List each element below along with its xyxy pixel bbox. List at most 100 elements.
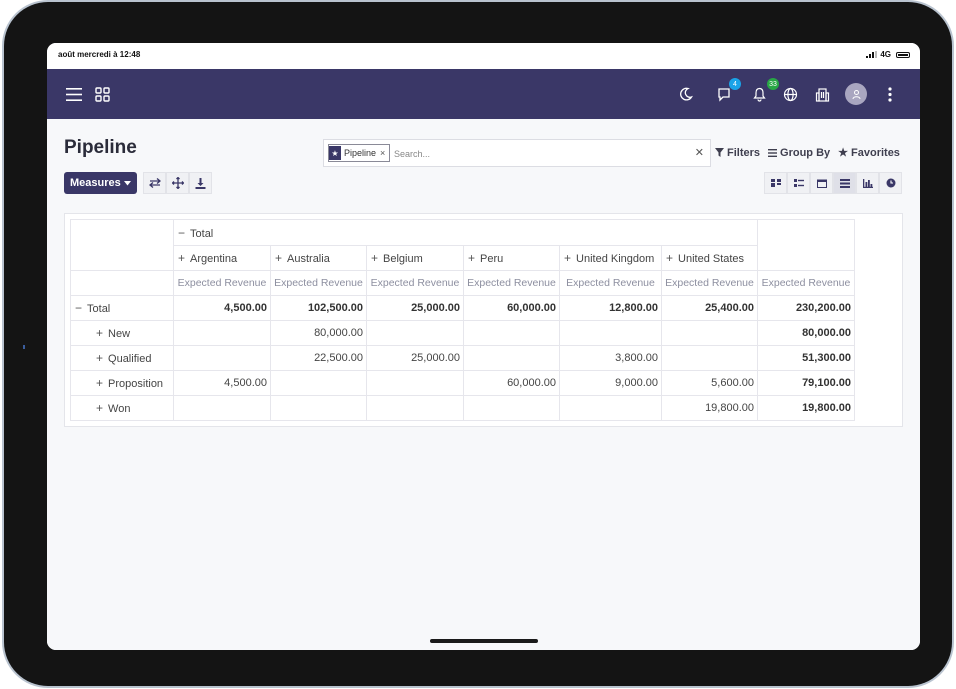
cell[interactable] (559, 320, 662, 346)
measure-header[interactable]: Expected Revenue (559, 270, 662, 296)
cell[interactable]: 4,500.00 (173, 370, 271, 396)
cell[interactable] (463, 320, 560, 346)
battery-icon (896, 51, 910, 58)
graph-view-button[interactable] (856, 172, 879, 194)
search-facet[interactable]: ★ Pipeline × (328, 144, 391, 162)
facet-label: Pipeline (344, 148, 377, 158)
kanban-icon (770, 179, 781, 187)
cell[interactable]: 22,500.00 (270, 345, 367, 371)
cell[interactable] (173, 395, 271, 421)
filters-button[interactable]: Filters (715, 146, 760, 159)
cell[interactable] (270, 395, 367, 421)
measures-button[interactable]: Measures (64, 172, 137, 194)
side-sensor (23, 345, 25, 349)
row-header-won[interactable]: + Won (70, 395, 174, 421)
more-options-icon[interactable] (878, 82, 902, 106)
chat-badge: 4 (729, 78, 741, 90)
cell[interactable] (366, 320, 464, 346)
cell[interactable] (366, 395, 464, 421)
screen: août mercredi à 12:48 4G 4 33 Pipeline ★… (47, 43, 920, 650)
user-avatar-button[interactable] (844, 82, 868, 106)
top-navbar: 4 33 (47, 69, 920, 119)
calendar-view-button[interactable] (810, 172, 833, 194)
expand-icon: + (96, 326, 104, 340)
cell[interactable] (661, 345, 758, 371)
row-header-qualified[interactable]: + Qualified (70, 345, 174, 371)
activity-view-button[interactable] (879, 172, 902, 194)
moon-icon[interactable] (674, 82, 698, 106)
home-indicator[interactable] (430, 639, 538, 643)
pivot-view-button[interactable] (833, 172, 856, 194)
col-header-united-kingdom[interactable]: + United Kingdom (559, 245, 662, 271)
cell[interactable]: 60,000.00 (463, 370, 560, 396)
calendar-icon (816, 179, 827, 188)
clear-search-icon[interactable]: ✕ (695, 146, 704, 159)
star-icon: ★ (329, 146, 341, 160)
chat-button[interactable]: 4 (713, 78, 741, 106)
measure-header[interactable]: Expected Revenue (270, 270, 367, 296)
cell[interactable]: 25,000.00 (366, 295, 464, 321)
cell[interactable] (559, 395, 662, 421)
avatar (845, 83, 867, 105)
cell[interactable]: 4,500.00 (173, 295, 271, 321)
table-row: + Qualified 22,500.00 25,000.00 3,800.00 … (70, 345, 855, 371)
expand-icon: + (468, 251, 476, 265)
row-total-cell[interactable]: 79,100.00 (757, 370, 855, 396)
star-icon: ★ (838, 147, 849, 159)
measure-header[interactable]: Expected Revenue (661, 270, 758, 296)
cell[interactable]: 25,000.00 (366, 345, 464, 371)
row-total-cell[interactable]: 19,800.00 (757, 395, 855, 421)
col-header-peru[interactable]: + Peru (463, 245, 560, 271)
measure-header[interactable]: Expected Revenue (366, 270, 464, 296)
measure-header[interactable]: Expected Revenue (463, 270, 560, 296)
cell[interactable] (173, 345, 271, 371)
cell[interactable]: 5,600.00 (661, 370, 758, 396)
cell[interactable]: 80,000.00 (270, 320, 367, 346)
measure-header[interactable]: Expected Revenue (173, 270, 271, 296)
row-total-cell[interactable]: 51,300.00 (757, 345, 855, 371)
main-content: Pipeline ★ Pipeline × ✕ Filters Group By (47, 119, 920, 650)
measures-label: Measures (70, 177, 121, 189)
table-row-total: − Total 4,500.00 102,500.00 25,000.00 60,… (70, 295, 855, 321)
notifications-button[interactable]: 33 (747, 78, 779, 106)
cell[interactable]: 25,400.00 (661, 295, 758, 321)
cell[interactable] (661, 320, 758, 346)
company-icon[interactable] (810, 82, 834, 106)
search-box[interactable]: ★ Pipeline × ✕ (323, 139, 711, 167)
measure-header[interactable]: Expected Revenue (757, 270, 855, 296)
group-by-button[interactable]: Group By (768, 146, 830, 159)
favorites-button[interactable]: ★ Favorites (838, 146, 900, 160)
globe-icon[interactable] (778, 82, 802, 106)
cell[interactable] (463, 395, 560, 421)
cell[interactable]: 3,800.00 (559, 345, 662, 371)
row-header-new[interactable]: + New (70, 320, 174, 346)
hamburger-icon[interactable] (62, 82, 86, 106)
grand-total-cell[interactable]: 230,200.00 (757, 295, 855, 321)
search-input[interactable] (392, 144, 686, 164)
col-header-argentina[interactable]: + Argentina (173, 245, 271, 271)
cell[interactable] (270, 370, 367, 396)
col-header-united-states[interactable]: + United States (661, 245, 758, 271)
kanban-view-button[interactable] (764, 172, 787, 194)
cell[interactable] (463, 345, 560, 371)
cell[interactable]: 60,000.00 (463, 295, 560, 321)
grid-apps-icon[interactable] (90, 82, 114, 106)
facet-remove-icon[interactable]: × (380, 148, 385, 158)
download-button[interactable] (189, 172, 212, 194)
cell[interactable]: 9,000.00 (559, 370, 662, 396)
list-view-button[interactable] (787, 172, 810, 194)
expand-all-button[interactable] (166, 172, 189, 194)
cell[interactable]: 12,800.00 (559, 295, 662, 321)
col-header-total[interactable]: − Total (173, 219, 758, 246)
flip-axis-button[interactable] (143, 172, 166, 194)
cell[interactable] (366, 370, 464, 396)
col-header-belgium[interactable]: + Belgium (366, 245, 464, 271)
row-header-total[interactable]: − Total (70, 295, 174, 321)
favorites-label: Favorites (851, 146, 900, 159)
cell[interactable] (173, 320, 271, 346)
cell[interactable]: 19,800.00 (661, 395, 758, 421)
col-header-australia[interactable]: + Australia (270, 245, 367, 271)
row-header-proposition[interactable]: + Proposition (70, 370, 174, 396)
row-total-cell[interactable]: 80,000.00 (757, 320, 855, 346)
cell[interactable]: 102,500.00 (270, 295, 367, 321)
